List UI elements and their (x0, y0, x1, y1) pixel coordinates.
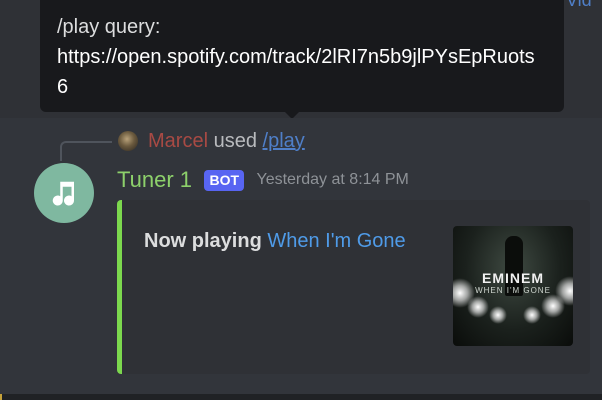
reply-username[interactable]: Marcel (148, 130, 208, 152)
album-artist-text: EMINEM (482, 270, 544, 286)
message-timestamp: Yesterday at 8:14 PM (256, 171, 409, 188)
now-playing-label: Now playing (144, 230, 262, 252)
tooltip-query-value: https://open.spotify.com/track/2lRI7n5b9… (57, 46, 535, 98)
stage-light (489, 306, 507, 324)
music-note-icon (52, 181, 75, 206)
reply-user-avatar[interactable] (118, 131, 138, 151)
message-header: Tuner 1 BOT Yesterday at 8:14 PM (117, 167, 409, 193)
reply-connector-line (60, 141, 112, 161)
reply-command-link[interactable]: /play (263, 130, 305, 152)
chat-bottom-edge (0, 394, 602, 400)
tooltip-label: /play query: (57, 16, 161, 38)
album-art-thumbnail[interactable]: EMINEM WHEN I'M GONE (453, 226, 573, 346)
bot-tag-badge: BOT (204, 169, 245, 191)
unread-marker (0, 394, 2, 400)
song-title-link[interactable]: When I'm Gone (267, 230, 405, 252)
stage-light (467, 296, 489, 318)
embed-description: Now playing When I'm Gone (144, 230, 406, 253)
reply-used-label: used (213, 130, 257, 152)
bot-avatar[interactable] (34, 163, 94, 223)
bot-username[interactable]: Tuner 1 (117, 167, 192, 192)
album-title-text: WHEN I'M GONE (475, 286, 551, 295)
stage-light (523, 306, 541, 324)
command-query-tooltip: /play query: https://open.spotify.com/tr… (40, 0, 564, 112)
command-reply-context: Marcel used /play (148, 130, 305, 153)
now-playing-embed: Now playing When I'm Gone EMINEM WHEN I'… (117, 200, 590, 374)
